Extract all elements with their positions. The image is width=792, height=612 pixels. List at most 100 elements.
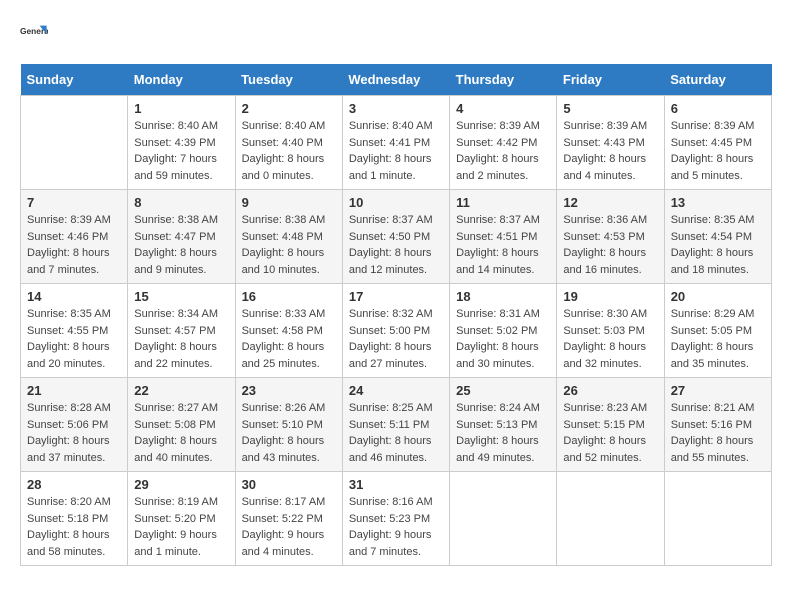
day-number: 29 <box>134 477 228 492</box>
day-number: 22 <box>134 383 228 398</box>
daylight-text: Daylight: 8 hours and 18 minutes. <box>671 247 754 276</box>
sunset-text: Sunset: 5:20 PM <box>134 513 215 525</box>
daylight-text: Daylight: 8 hours and 25 minutes. <box>242 341 325 370</box>
sunrise-text: Sunrise: 8:33 AM <box>242 308 326 320</box>
daylight-text: Daylight: 8 hours and 43 minutes. <box>242 435 325 464</box>
calendar-cell: 2Sunrise: 8:40 AMSunset: 4:40 PMDaylight… <box>235 96 342 190</box>
day-info: Sunrise: 8:37 AMSunset: 4:50 PMDaylight:… <box>349 212 443 278</box>
sunset-text: Sunset: 5:02 PM <box>456 325 537 337</box>
day-info: Sunrise: 8:33 AMSunset: 4:58 PMDaylight:… <box>242 306 336 372</box>
day-info: Sunrise: 8:20 AMSunset: 5:18 PMDaylight:… <box>27 494 121 560</box>
day-info: Sunrise: 8:29 AMSunset: 5:05 PMDaylight:… <box>671 306 765 372</box>
calendar-cell: 19Sunrise: 8:30 AMSunset: 5:03 PMDayligh… <box>557 284 664 378</box>
day-info: Sunrise: 8:40 AMSunset: 4:39 PMDaylight:… <box>134 118 228 184</box>
day-info: Sunrise: 8:35 AMSunset: 4:54 PMDaylight:… <box>671 212 765 278</box>
day-number: 27 <box>671 383 765 398</box>
daylight-text: Daylight: 8 hours and 5 minutes. <box>671 153 754 182</box>
calendar-cell <box>557 472 664 566</box>
daylight-text: Daylight: 7 hours and 59 minutes. <box>134 153 217 182</box>
day-number: 7 <box>27 195 121 210</box>
calendar-cell: 29Sunrise: 8:19 AMSunset: 5:20 PMDayligh… <box>128 472 235 566</box>
calendar-cell: 23Sunrise: 8:26 AMSunset: 5:10 PMDayligh… <box>235 378 342 472</box>
calendar-cell: 10 Sunrise: 8:37 AMSunset: 4:50 PMDayligh… <box>342 190 449 284</box>
calendar-cell: 5Sunrise: 8:39 AMSunset: 4:43 PMDaylight… <box>557 96 664 190</box>
sunset-text: Sunset: 5:16 PM <box>671 419 752 431</box>
calendar-cell: 30 Sunrise: 8:17 AMSunset: 5:22 PMDayligh… <box>235 472 342 566</box>
logo-icon: General <box>20 20 48 48</box>
daylight-text: Daylight: 8 hours and 55 minutes. <box>671 435 754 464</box>
sunset-text: Sunset: 5:00 PM <box>349 325 430 337</box>
col-header-thursday: Thursday <box>450 64 557 96</box>
sunrise-text: Sunrise: 8:37 AM <box>456 214 540 226</box>
calendar-cell: 11Sunrise: 8:37 AMSunset: 4:51 PMDayligh… <box>450 190 557 284</box>
sunset-text: Sunset: 5:08 PM <box>134 419 215 431</box>
sunset-text: Sunset: 5:15 PM <box>563 419 644 431</box>
calendar-cell: 28Sunrise: 8:20 AMSunset: 5:18 PMDayligh… <box>21 472 128 566</box>
daylight-text: Daylight: 8 hours and 22 minutes. <box>134 341 217 370</box>
calendar-cell: 24Sunrise: 8:25 AMSunset: 5:11 PMDayligh… <box>342 378 449 472</box>
day-number: 10 <box>349 195 443 210</box>
sunset-text: Sunset: 4:42 PM <box>456 137 537 149</box>
sunrise-text: Sunrise: 8:21 AM <box>671 402 755 414</box>
sunset-text: Sunset: 5:22 PM <box>242 513 323 525</box>
sunrise-text: Sunrise: 8:30 AM <box>563 308 647 320</box>
daylight-text: Daylight: 8 hours and 1 minute. <box>349 153 432 182</box>
calendar-cell: 18 Sunrise: 8:31 AMSunset: 5:02 PMDayligh… <box>450 284 557 378</box>
day-number: 3 <box>349 101 443 116</box>
day-number: 23 <box>242 383 336 398</box>
daylight-text: Daylight: 8 hours and 52 minutes. <box>563 435 646 464</box>
day-number: 2 <box>242 101 336 116</box>
calendar-table: SundayMondayTuesdayWednesdayThursdayFrid… <box>20 64 772 566</box>
day-number: 13 <box>671 195 765 210</box>
sunset-text: Sunset: 5:05 PM <box>671 325 752 337</box>
daylight-text: Daylight: 8 hours and 7 minutes. <box>27 247 110 276</box>
daylight-text: Daylight: 9 hours and 7 minutes. <box>349 529 432 558</box>
col-header-saturday: Saturday <box>664 64 771 96</box>
day-info: Sunrise: 8:38 AMSunset: 4:47 PMDaylight:… <box>134 212 228 278</box>
day-info: Sunrise: 8:31 AMSunset: 5:02 PMDaylight:… <box>456 306 550 372</box>
sunset-text: Sunset: 5:06 PM <box>27 419 108 431</box>
daylight-text: Daylight: 8 hours and 4 minutes. <box>563 153 646 182</box>
sunrise-text: Sunrise: 8:38 AM <box>242 214 326 226</box>
sunrise-text: Sunrise: 8:34 AM <box>134 308 218 320</box>
day-number: 9 <box>242 195 336 210</box>
day-info: Sunrise: 8:30 AMSunset: 5:03 PMDaylight:… <box>563 306 657 372</box>
daylight-text: Daylight: 9 hours and 1 minute. <box>134 529 217 558</box>
daylight-text: Daylight: 8 hours and 12 minutes. <box>349 247 432 276</box>
sunset-text: Sunset: 4:46 PM <box>27 231 108 243</box>
calendar-cell: 21Sunrise: 8:28 AMSunset: 5:06 PMDayligh… <box>21 378 128 472</box>
sunset-text: Sunset: 4:41 PM <box>349 137 430 149</box>
day-info: Sunrise: 8:17 AMSunset: 5:22 PMDaylight:… <box>242 494 336 560</box>
calendar-cell: 25Sunrise: 8:24 AMSunset: 5:13 PMDayligh… <box>450 378 557 472</box>
day-number: 14 <box>27 289 121 304</box>
daylight-text: Daylight: 8 hours and 2 minutes. <box>456 153 539 182</box>
daylight-text: Daylight: 8 hours and 10 minutes. <box>242 247 325 276</box>
calendar-cell: 6Sunrise: 8:39 AMSunset: 4:45 PMDaylight… <box>664 96 771 190</box>
week-row-4: 21Sunrise: 8:28 AMSunset: 5:06 PMDayligh… <box>21 378 772 472</box>
day-number: 31 <box>349 477 443 492</box>
daylight-text: Daylight: 8 hours and 49 minutes. <box>456 435 539 464</box>
sunset-text: Sunset: 4:40 PM <box>242 137 323 149</box>
calendar-header-row: SundayMondayTuesdayWednesdayThursdayFrid… <box>21 64 772 96</box>
sunset-text: Sunset: 4:47 PM <box>134 231 215 243</box>
sunrise-text: Sunrise: 8:40 AM <box>134 120 218 132</box>
calendar-cell: 14Sunrise: 8:35 AMSunset: 4:55 PMDayligh… <box>21 284 128 378</box>
day-info: Sunrise: 8:37 AMSunset: 4:51 PMDaylight:… <box>456 212 550 278</box>
day-info: Sunrise: 8:39 AMSunset: 4:46 PMDaylight:… <box>27 212 121 278</box>
day-number: 18 <box>456 289 550 304</box>
sunset-text: Sunset: 5:13 PM <box>456 419 537 431</box>
col-header-sunday: Sunday <box>21 64 128 96</box>
daylight-text: Daylight: 8 hours and 46 minutes. <box>349 435 432 464</box>
day-number: 30 <box>242 477 336 492</box>
week-row-3: 14Sunrise: 8:35 AMSunset: 4:55 PMDayligh… <box>21 284 772 378</box>
day-number: 26 <box>563 383 657 398</box>
calendar-cell: 31Sunrise: 8:16 AMSunset: 5:23 PMDayligh… <box>342 472 449 566</box>
sunrise-text: Sunrise: 8:40 AM <box>349 120 433 132</box>
sunset-text: Sunset: 5:23 PM <box>349 513 430 525</box>
day-info: Sunrise: 8:24 AMSunset: 5:13 PMDaylight:… <box>456 400 550 466</box>
daylight-text: Daylight: 9 hours and 4 minutes. <box>242 529 325 558</box>
sunrise-text: Sunrise: 8:32 AM <box>349 308 433 320</box>
day-info: Sunrise: 8:38 AMSunset: 4:48 PMDaylight:… <box>242 212 336 278</box>
day-info: Sunrise: 8:39 AMSunset: 4:45 PMDaylight:… <box>671 118 765 184</box>
day-info: Sunrise: 8:36 AMSunset: 4:53 PMDaylight:… <box>563 212 657 278</box>
